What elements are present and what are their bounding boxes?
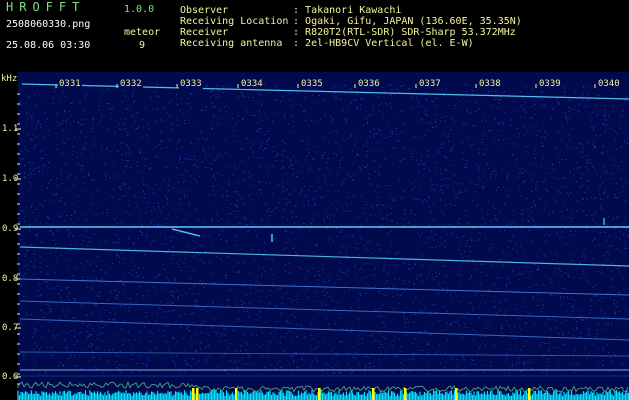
freq-tick-label: 0.6	[2, 372, 19, 382]
location-sep: :	[293, 16, 306, 27]
meteor-marker	[235, 388, 238, 400]
time-tick-label: 0332	[119, 79, 143, 89]
freq-tick-label: 0.8	[2, 274, 19, 284]
meteor-marker	[318, 388, 321, 400]
antenna-sep: :	[293, 38, 306, 49]
meteor-marker	[528, 388, 531, 400]
meteor-marker	[404, 388, 407, 400]
time-tick-label: 0339	[538, 79, 562, 89]
observer-row: Observer: Takanori Kawachi	[180, 5, 401, 16]
time-tick-label: 0338	[478, 79, 502, 89]
antenna-key: Receiving antenna	[180, 38, 283, 49]
antenna-row: Receiving antenna: 2el-HB9CV Vertical (e…	[180, 38, 474, 49]
meteor-marker	[372, 388, 375, 400]
meteor-marker	[455, 388, 458, 400]
time-tick-label: 0337	[418, 79, 442, 89]
freq-tick-label: 0.7	[2, 323, 19, 333]
location-key: Receiving Location	[180, 16, 289, 27]
freq-tick-label: 0.9	[2, 224, 19, 234]
receiver-sep: :	[293, 27, 306, 38]
meteor-count: 9	[139, 40, 146, 51]
meteor-marker	[192, 388, 195, 400]
receiver-key: Receiver	[180, 27, 229, 38]
time-tick-label: 0331	[58, 79, 82, 89]
receiver-value: R820T2(RTL-SDR) SDR-Sharp 53.372MHz	[305, 27, 516, 38]
location-row: Receiving Location: Ogaki, Gifu, JAPAN (…	[180, 16, 522, 27]
file-name: 2508060330.png	[6, 19, 91, 30]
antenna-value: 2el-HB9CV Vertical (el. E-W)	[305, 38, 474, 49]
time-tick-label: 0334	[240, 79, 264, 89]
freq-tick-label: 1.0	[2, 174, 19, 184]
meteor-marker	[196, 388, 199, 400]
receiver-row: Receiver: R820T2(RTL-SDR) SDR-Sharp 53.3…	[180, 27, 516, 38]
time-tick-label: 0333	[179, 79, 203, 89]
spectrogram-plot	[15, 72, 629, 400]
time-tick-label: 0336	[357, 79, 381, 89]
time-tick-label: 0340	[597, 79, 621, 89]
observer-key: Observer	[180, 5, 229, 16]
app-version: 1.0.0	[124, 4, 155, 15]
observer-sep: :	[293, 5, 306, 16]
timestamp: 25.08.06 03:30	[6, 40, 91, 51]
time-tick-label: 0335	[300, 79, 324, 89]
observer-value: Takanori Kawachi	[305, 5, 402, 16]
app-logo: HROFFT	[6, 0, 86, 14]
location-value: Ogaki, Gifu, JAPAN (136.60E, 35.35N)	[305, 16, 522, 27]
meteor-label: meteor	[124, 27, 161, 38]
freq-unit-label: kHz	[1, 74, 18, 84]
freq-tick-label: 1.1	[2, 124, 19, 134]
